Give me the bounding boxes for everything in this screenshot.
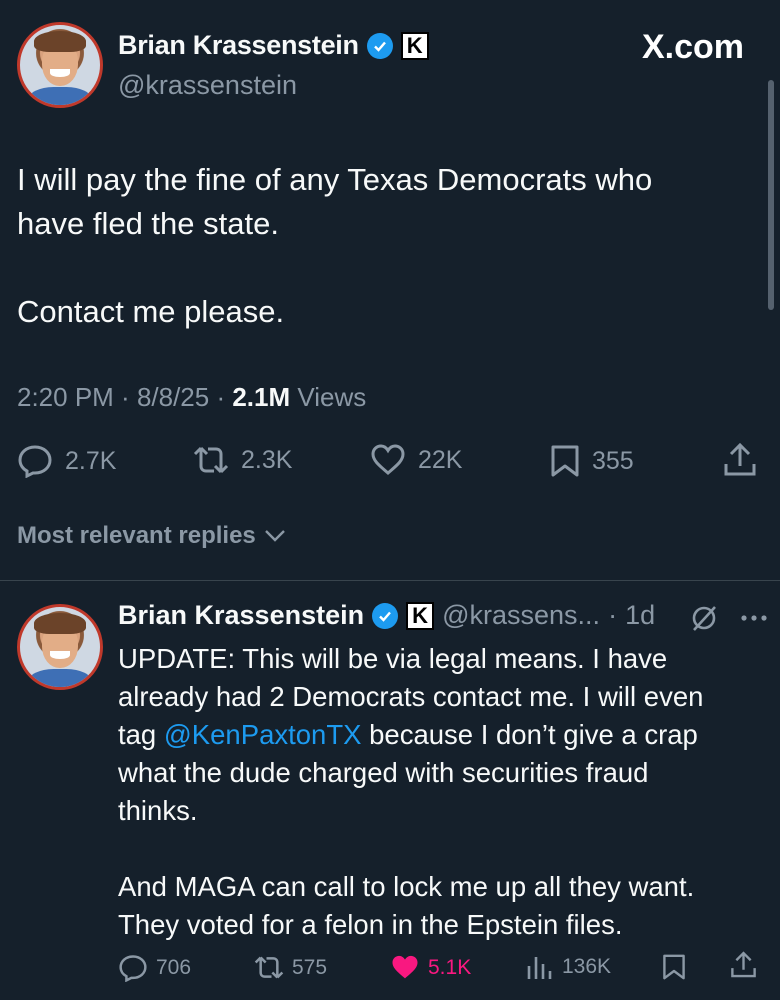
separator-dot: ·: [608, 600, 618, 630]
tweet-text: I will pay the fine of any Texas Democra…: [17, 158, 737, 334]
reply-text-line: already had 2 Democrats contact me. I wi…: [118, 681, 704, 712]
reply-button[interactable]: 2.7K: [17, 444, 116, 478]
reply-sort-dropdown[interactable]: Most relevant replies: [17, 522, 286, 550]
retweet-count: 2.3K: [241, 445, 293, 474]
views-label: Views: [297, 382, 367, 412]
reply-like-count: 5.1K: [428, 955, 472, 979]
more-options-icon[interactable]: [740, 614, 768, 622]
share-button[interactable]: [723, 442, 757, 478]
affiliate-badge-icon[interactable]: K: [406, 601, 435, 630]
bookmark-button[interactable]: 355: [550, 444, 634, 478]
tweet-time[interactable]: 2:20 PM: [17, 382, 114, 412]
reply-like-button[interactable]: 5.1K: [390, 954, 471, 981]
retweet-icon: [254, 956, 284, 979]
avatar[interactable]: [17, 604, 103, 690]
tweet-meta: 2:20 PM · 8/8/25 · 2.1M Views: [17, 382, 367, 412]
tweet-text-line: have fled the state.: [17, 206, 279, 241]
affiliate-badge-icon[interactable]: K: [400, 31, 429, 60]
bookmark-icon: [663, 954, 685, 980]
like-button[interactable]: 22K: [370, 444, 462, 476]
reply-share-button[interactable]: [730, 950, 757, 980]
divider: [0, 580, 780, 581]
author-name[interactable]: Brian Krassenstein: [118, 30, 359, 61]
site-watermark: X.com: [641, 28, 744, 66]
author-handle[interactable]: @krassenstein: [118, 70, 297, 101]
reply-text: UPDATE: This will be via legal means. I …: [118, 640, 758, 944]
reply-text-line: what the dude charged with securities fr…: [118, 757, 649, 788]
reply-action-bar: 706 575 5.1K 136K: [118, 948, 763, 988]
reply-retweet-count: 575: [292, 955, 328, 979]
reply-header: Brian Krassenstein K @krassens... · 1d: [118, 600, 655, 631]
reply-reply-button[interactable]: 706: [118, 954, 191, 982]
reply-text-fragment: tag: [118, 719, 164, 750]
reply-reply-count: 706: [156, 956, 192, 979]
verified-icon: [372, 602, 399, 629]
heart-filled-icon: [392, 955, 418, 979]
reply-views-count: 136K: [562, 955, 612, 978]
reply-age[interactable]: 1d: [625, 600, 655, 631]
tweet-text-line: Contact me please.: [17, 294, 285, 329]
reply-text-line: They voted for a felon in the Epstein fi…: [118, 909, 623, 940]
analytics-icon: [527, 957, 552, 979]
reply-views-button[interactable]: 136K: [526, 954, 611, 980]
reply-bookmark-button[interactable]: [662, 952, 686, 982]
mention-link[interactable]: @KenPaxtonTX: [164, 719, 362, 750]
retweet-button[interactable]: 2.3K: [193, 444, 292, 476]
action-bar: 2.7K 2.3K 22K 355: [17, 440, 762, 484]
heart-icon: [371, 444, 405, 475]
reply-icon: [18, 445, 52, 478]
reply-text-line: UPDATE: This will be via legal means. I …: [118, 643, 668, 674]
grok-icon[interactable]: [690, 604, 718, 632]
reply-text-line: thinks.: [118, 795, 198, 826]
like-count: 22K: [418, 445, 463, 474]
reply-header-icons: [690, 604, 768, 632]
reply-text-fragment: because I don’t give a crap: [361, 719, 698, 750]
tweet-text-line: I will pay the fine of any Texas Democra…: [17, 162, 653, 197]
reply-text-line: And MAGA can call to lock me up all they…: [118, 871, 695, 902]
reply-count: 2.7K: [65, 446, 117, 475]
verified-icon: [366, 32, 393, 59]
share-icon: [731, 951, 756, 978]
reply-icon: [119, 955, 147, 982]
bookmark-count: 355: [592, 446, 634, 475]
bookmark-icon: [551, 445, 579, 477]
reply-text-line: tag @KenPaxtonTX because I don’t give a …: [118, 716, 758, 754]
chevron-down-icon: [264, 530, 285, 542]
share-icon: [724, 442, 756, 476]
author-row: Brian Krassenstein K: [118, 30, 429, 61]
main-tweet: Brian Krassenstein K @krassenstein X.com…: [0, 0, 780, 580]
reply-handle[interactable]: @krassens...: [442, 600, 600, 631]
tweet-date[interactable]: 8/8/25: [137, 382, 209, 412]
reply-retweet-button[interactable]: 575: [254, 954, 327, 981]
reply-author-name[interactable]: Brian Krassenstein: [118, 600, 364, 631]
avatar[interactable]: [17, 22, 103, 108]
retweet-icon: [193, 446, 229, 474]
reply-sort-label: Most relevant replies: [17, 522, 256, 549]
views-count: 2.1M: [232, 382, 291, 412]
